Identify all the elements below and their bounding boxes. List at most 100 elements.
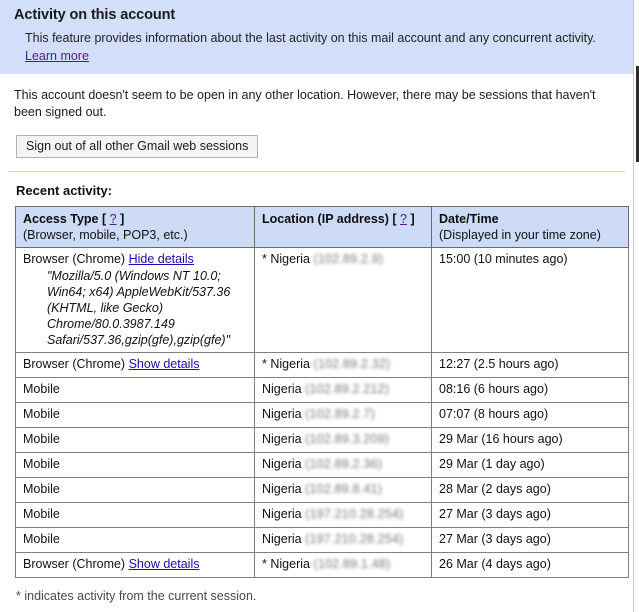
datetime-value: 27 Mar (3 days ago)	[439, 532, 551, 547]
cell-access-type: Browser (Chrome) Show details	[15, 352, 255, 379]
column-header-datetime: Date/Time (Displayed in your time zone)	[431, 205, 629, 249]
location-ip-address: (102.89.2.36)	[305, 457, 383, 472]
location-help-icon[interactable]: ?	[400, 212, 407, 226]
cell-location: * Nigeria (102.89.2.9)	[254, 247, 432, 354]
datetime-value: 27 Mar (3 days ago)	[439, 507, 551, 522]
access-type-label: Browser (Chrome)	[23, 357, 126, 372]
cell-location: Nigeria (102.89.2.36)	[254, 452, 432, 479]
access-type-label: Mobile	[23, 457, 60, 472]
location-ip-address: (102.89.8.41)	[305, 482, 383, 497]
table-row: Browser (Chrome) Show details * Nigeria (…	[15, 352, 629, 379]
page-right-edge	[633, 0, 639, 612]
location-country: Nigeria	[270, 252, 310, 267]
cell-datetime: 12:27 (2.5 hours ago)	[431, 352, 629, 379]
location-ip-address: (102.89.2.7)	[305, 407, 375, 422]
location-country: Nigeria	[270, 557, 310, 572]
cell-access-type: Mobile	[15, 427, 255, 454]
access-type-label: Mobile	[23, 532, 60, 547]
location-country: Nigeria	[262, 482, 302, 497]
column-header-datetime-sub: (Displayed in your time zone)	[439, 228, 601, 242]
section-divider	[8, 170, 625, 172]
location-ip-address: (102.89.2.9)	[313, 252, 384, 267]
cell-datetime: 27 Mar (3 days ago)	[431, 527, 629, 554]
column-header-datetime-label: Date/Time	[439, 211, 499, 226]
cell-location: * Nigeria (102.89.1.48)	[254, 552, 432, 579]
location-country: Nigeria	[262, 382, 302, 397]
cell-location: Nigeria (197.210.28.254)	[254, 527, 432, 554]
table-header: Access Type [ ? ] (Browser, mobile, POP3…	[15, 205, 629, 249]
cell-datetime: 26 Mar (4 days ago)	[431, 552, 629, 579]
location-country: Nigeria	[262, 407, 302, 422]
page-title: Activity on this account	[14, 7, 176, 23]
location-ip-address: (102.89.2.32)	[313, 357, 391, 372]
cell-location: Nigeria (197.210.28.254)	[254, 502, 432, 529]
location-help-bracket: [	[392, 211, 401, 226]
table-row: Mobile Nigeria (102.89.2.212) 08:16 (6 hou…	[15, 377, 629, 404]
datetime-value: 15:00 (10 minutes ago)	[439, 252, 568, 267]
access-type-label: Browser (Chrome)	[23, 557, 126, 572]
cell-access-type: Browser (Chrome) Show details	[15, 552, 255, 579]
datetime-value: 29 Mar (1 day ago)	[439, 457, 545, 472]
cell-location: Nigeria (102.89.8.41)	[254, 477, 432, 504]
user-agent-string: "Mozilla/5.0 (Windows NT 10.0; Win64; x6…	[47, 269, 231, 348]
column-header-location-label: Location (IP address)	[262, 211, 389, 226]
access-type-label: Browser (Chrome)	[23, 252, 126, 267]
location-country: Nigeria	[262, 532, 302, 547]
access-type-help-bracket-close: ]	[116, 211, 125, 226]
recent-activity-table-wrap: Access Type [ ? ] (Browser, mobile, POP3…	[15, 205, 629, 579]
cell-location: Nigeria (102.89.2.7)	[254, 402, 432, 429]
cell-datetime: 28 Mar (2 days ago)	[431, 477, 629, 504]
location-ip-address: (102.89.2.212)	[305, 382, 390, 397]
datetime-value: 28 Mar (2 days ago)	[439, 482, 551, 497]
cell-location: * Nigeria (102.89.2.32)	[254, 352, 432, 379]
location-ip-address: (102.89.3.209)	[305, 432, 390, 447]
cell-access-type: Mobile	[15, 377, 255, 404]
access-type-help-icon[interactable]: ?	[110, 212, 117, 226]
column-header-access-type-sub: (Browser, mobile, POP3, etc.)	[23, 228, 188, 242]
datetime-value: 07:07 (8 hours ago)	[439, 407, 549, 422]
table-row: Mobile Nigeria (102.89.2.36) 29 Mar (1 day…	[15, 452, 629, 479]
location-country: Nigeria	[262, 432, 302, 447]
table-row: Mobile Nigeria (197.210.28.254) 27 Mar (3 …	[15, 527, 629, 554]
activity-page: Activity on this account This feature pr…	[0, 0, 633, 612]
cell-datetime: 07:07 (8 hours ago)	[431, 402, 629, 429]
intro-text: This account doesn't seem to be open in …	[14, 88, 596, 119]
access-type-label: Mobile	[23, 507, 60, 522]
access-type-label: Mobile	[23, 482, 60, 497]
location-country: Nigeria	[262, 457, 302, 472]
column-header-location: Location (IP address) [ ? ]	[254, 205, 432, 249]
current-session-footnote: * indicates activity from the current se…	[16, 589, 257, 604]
current-session-marker: *	[262, 357, 267, 372]
cell-access-type: Mobile	[15, 527, 255, 554]
cell-datetime: 27 Mar (3 days ago)	[431, 502, 629, 529]
table-row: Browser (Chrome) Show details * Nigeria (…	[15, 552, 629, 579]
access-type-label: Mobile	[23, 432, 60, 447]
cell-datetime: 08:16 (6 hours ago)	[431, 377, 629, 404]
cell-access-type: Mobile	[15, 452, 255, 479]
datetime-value: 12:27 (2.5 hours ago)	[439, 357, 559, 372]
current-session-marker: *	[262, 557, 267, 572]
cell-access-type: Mobile	[15, 502, 255, 529]
location-ip-address: (197.210.28.254)	[305, 507, 404, 522]
info-banner: Activity on this account This feature pr…	[0, 0, 633, 74]
table-row: Mobile Nigeria (102.89.8.41) 28 Mar (2 day…	[15, 477, 629, 504]
location-country: Nigeria	[270, 357, 310, 372]
cell-datetime: 15:00 (10 minutes ago)	[431, 247, 629, 354]
column-header-access-type-label: Access Type	[23, 211, 99, 226]
cell-datetime: 29 Mar (16 hours ago)	[431, 427, 629, 454]
cell-access-type: Mobile	[15, 402, 255, 429]
learn-more-link[interactable]: Learn more	[25, 48, 89, 65]
current-session-marker: *	[262, 252, 267, 267]
toggle-details-link[interactable]: Hide details	[129, 252, 194, 266]
location-ip-address: (102.89.1.48)	[313, 557, 391, 572]
location-country: Nigeria	[262, 507, 302, 522]
sign-out-all-sessions-button[interactable]: Sign out of all other Gmail web sessions	[16, 134, 259, 158]
table-header-row: Access Type [ ? ] (Browser, mobile, POP3…	[15, 205, 629, 249]
table-row: Mobile Nigeria (102.89.2.7) 07:07 (8 hours…	[15, 402, 629, 429]
cell-location: Nigeria (102.89.3.209)	[254, 427, 432, 454]
table-row: Mobile Nigeria (102.89.3.209) 29 Mar (16 h…	[15, 427, 629, 454]
toggle-details-link[interactable]: Show details	[129, 557, 200, 571]
cell-location: Nigeria (102.89.2.212)	[254, 377, 432, 404]
toggle-details-link[interactable]: Show details	[129, 357, 200, 371]
location-ip-address: (197.210.28.254)	[305, 532, 404, 547]
